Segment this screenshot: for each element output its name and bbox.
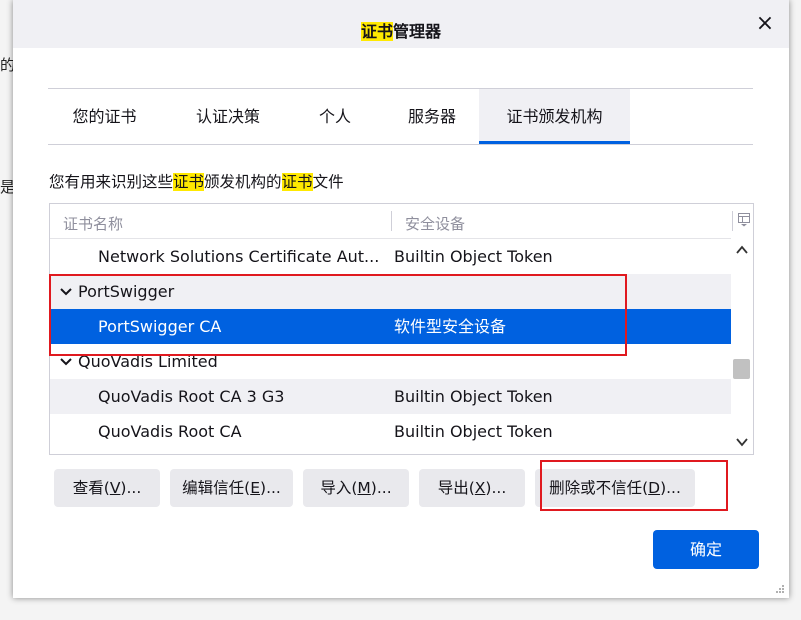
cert-name: Network Solutions Certificate Aut... [98,247,380,266]
delete-or-distrust-button[interactable]: 删除或不信任(D)... [535,469,695,507]
button-label: 编辑信任( [182,479,251,497]
cert-name: PortSwigger CA [98,317,222,336]
tab-servers[interactable]: 服务器 [388,89,476,143]
cert-device: 软件型安全设备 [394,317,507,336]
tab-bar: 您的证书 认证决策 个人 服务器 证书颁发机构 [48,88,753,145]
button-label: 导入( [320,479,358,497]
button-label: )... [260,479,281,497]
edit-trust-button[interactable]: 编辑信任(E)... [170,469,293,507]
tree-header: 证书名称 安全设备 [50,204,753,239]
group-name: PortSwigger [78,282,175,301]
cert-device: Builtin Object Token [394,247,553,266]
button-label: 删除或不信任( [549,479,649,497]
resize-grip-icon[interactable] [775,584,785,594]
tree-row[interactable]: QuoVadis Root CA Builtin Object Token [50,414,731,449]
button-label: 导出( [437,479,475,497]
column-divider[interactable] [391,211,392,231]
certificate-manager-dialog: 证书管理器 × 您的证书 认证决策 个人 服务器 证书颁发机构 您有用来识别这些… [13,0,789,598]
description-part: 您有用来识别这些 [49,173,174,191]
chevron-down-icon[interactable] [59,285,73,299]
column-picker-icon[interactable] [738,213,750,227]
access-key: V [109,479,121,497]
close-icon[interactable]: × [753,12,777,36]
description-part: 文件 [312,173,344,191]
column-divider [732,211,733,231]
button-label: )... [370,479,392,497]
scroll-down-icon[interactable] [735,435,749,449]
tab-your-certificates[interactable]: 您的证书 [48,89,161,143]
tree-group-row[interactable]: PortSwigger [50,274,731,309]
export-button[interactable]: 导出(X)... [419,469,525,507]
group-name: QuoVadis Limited [78,352,218,371]
access-key: M [357,479,371,497]
view-button[interactable]: 查看(V)... [54,469,160,507]
button-label: )... [660,479,681,497]
column-header-name[interactable]: 证书名称 [63,213,123,234]
cert-device: Builtin Object Token [394,422,553,441]
scroll-up-icon[interactable] [735,243,749,257]
tab-authentication-decisions[interactable]: 认证决策 [175,89,281,143]
scrollbar-thumb[interactable] [733,359,750,379]
access-key: D [648,479,661,497]
certificate-tree[interactable]: 证书名称 安全设备 Network Solutions Certificate … [49,203,754,455]
cert-name: QuoVadis Root CA 3 G3 [98,387,285,406]
tree-row[interactable]: QuoVadis Root CA 3 G3 Builtin Object Tok… [50,379,731,414]
title-text: 管理器 [393,22,442,41]
ok-button[interactable]: 确定 [653,530,759,569]
column-header-device[interactable]: 安全设备 [405,213,465,234]
dialog-title: 证书管理器 [13,18,789,42]
tree-row[interactable]: Network Solutions Certificate Aut... Bui… [50,239,731,274]
button-label: 查看( [72,479,110,497]
access-key: E [250,479,261,497]
access-key: X [474,479,486,497]
chevron-down-icon[interactable] [59,355,73,369]
import-button[interactable]: 导入(M)... [303,469,409,507]
button-label: )... [120,479,142,497]
tab-people[interactable]: 个人 [294,89,376,143]
cert-name: QuoVadis Root CA [98,422,242,441]
tree-scrollbar[interactable] [731,238,753,454]
cert-device: Builtin Object Token [394,387,553,406]
description-text: 您有用来识别这些证书颁发机构的证书文件 [49,170,344,192]
title-bar: 证书管理器 × [13,0,789,48]
button-label: )... [485,479,507,497]
tree-row-selected[interactable]: PortSwigger CA 软件型安全设备 [50,309,731,344]
description-highlight: 证书 [281,173,313,191]
tree-group-row[interactable]: QuoVadis Limited [50,344,731,379]
description-highlight: 证书 [173,173,205,191]
description-part: 颁发机构的 [204,173,282,191]
tab-authorities[interactable]: 证书颁发机构 [479,89,630,144]
title-highlight: 证书 [360,22,393,41]
